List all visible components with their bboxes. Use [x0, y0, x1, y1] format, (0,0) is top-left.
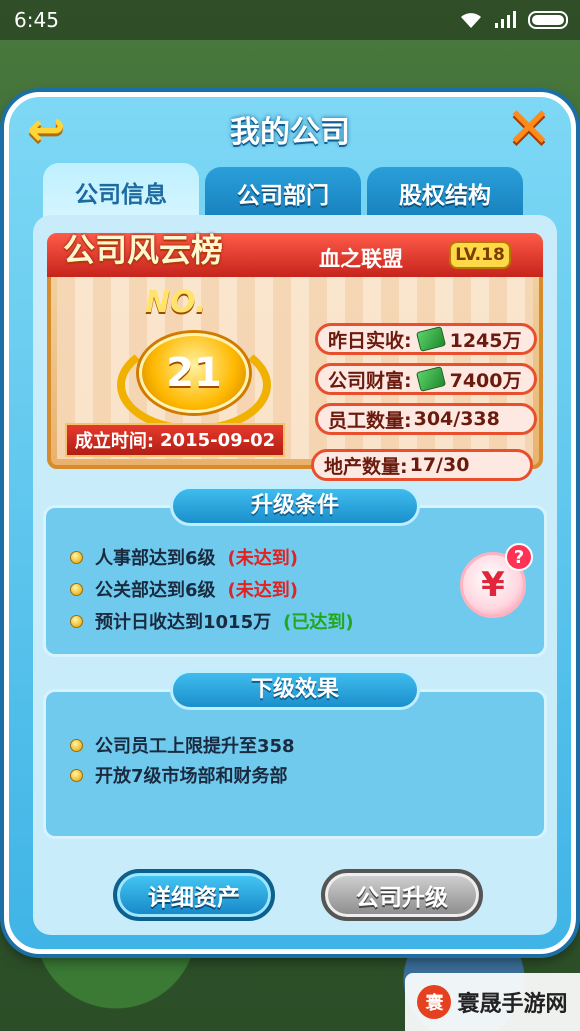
- site-watermark: 寰 寰晟手游网: [405, 973, 580, 1031]
- tab-company-departments[interactable]: 公司部门: [205, 167, 361, 219]
- status-bar: 6:45: [0, 0, 580, 40]
- bullet-icon: [70, 768, 83, 782]
- effect-text: 公司员工上限提升至358: [95, 736, 295, 757]
- bullet-icon: [70, 582, 83, 596]
- ranking-card: 公司风云榜 血之联盟 LV.18 NO. 21 成立时间: 2015-09-02…: [47, 231, 543, 469]
- stat-value: 17/30: [409, 454, 470, 476]
- money-icon: [415, 326, 446, 352]
- battery-icon: [528, 11, 568, 29]
- condition-text: 预计日收达到1015万: [95, 612, 272, 633]
- stat-label: 昨日实收:: [328, 329, 412, 352]
- bullet-icon: [70, 738, 83, 752]
- list-item: 人事部达到6级 (未达到): [70, 544, 298, 570]
- upgrade-conditions-heading: 升级条件: [170, 486, 420, 526]
- founded-label: 成立时间:: [74, 431, 155, 452]
- condition-status: (已达到): [283, 612, 354, 633]
- founded-ribbon: 成立时间: 2015-09-02: [65, 423, 285, 457]
- watermark-logo-icon: 寰: [417, 985, 452, 1019]
- company-upgrade-button[interactable]: 公司升级: [321, 869, 483, 921]
- condition-status: (未达到): [227, 548, 298, 569]
- list-item: 开放7级市场部和财务部: [70, 762, 288, 788]
- upgrade-yen-icon[interactable]: ¥ ?: [460, 543, 533, 618]
- stat-label: 员工数量:: [328, 409, 412, 432]
- stat-yesterday-income: 昨日实收: 1245万: [315, 323, 537, 355]
- bullet-icon: [70, 614, 83, 628]
- company-panel: ↩ 我的公司 ✕ 公司信息 公司部门 股权结构 公司风云榜 血之联盟 LV.18…: [4, 92, 576, 954]
- help-icon[interactable]: ?: [505, 543, 533, 571]
- detailed-assets-button[interactable]: 详细资产: [113, 869, 275, 921]
- tab-content: 公司风云榜 血之联盟 LV.18 NO. 21 成立时间: 2015-09-02…: [33, 215, 557, 935]
- close-button[interactable]: ✕: [503, 101, 555, 157]
- tab-equity-structure[interactable]: 股权结构: [367, 167, 523, 219]
- condition-text: 公关部达到6级: [95, 580, 216, 601]
- condition-text: 人事部达到6级: [95, 548, 216, 569]
- next-effects-heading: 下级效果: [170, 670, 420, 710]
- money-icon: [415, 366, 446, 392]
- rank-medal: 21: [139, 333, 249, 413]
- wifi-icon: [461, 13, 481, 28]
- stat-employee-count: 员工数量: 304/338: [315, 403, 537, 435]
- alliance-name: 血之联盟: [319, 247, 403, 271]
- stat-company-wealth: 公司财富: 7400万: [315, 363, 537, 395]
- stat-label: 地产数量:: [324, 455, 408, 478]
- tab-bar: 公司信息 公司部门 股权结构: [43, 163, 523, 221]
- level-badge: LV.18: [449, 241, 511, 269]
- stat-value: 304/338: [413, 408, 500, 430]
- condition-status: (未达到): [227, 580, 298, 601]
- next-effects-section: 下级效果 公司员工上限提升至358 开放7级市场部和财务部: [43, 670, 547, 839]
- watermark-text: 寰晟手游网: [457, 992, 568, 1017]
- rank-number: 21: [166, 350, 222, 396]
- founded-date: 2015-09-02: [160, 429, 276, 451]
- list-item: 公关部达到6级 (未达到): [70, 576, 298, 602]
- effect-text: 开放7级市场部和财务部: [95, 766, 288, 787]
- bullet-icon: [70, 550, 83, 564]
- stat-property-count: 地产数量: 17/30: [311, 449, 533, 481]
- stat-label: 公司财富:: [328, 369, 412, 392]
- close-icon: ✕: [505, 96, 553, 161]
- page-title: 我的公司: [230, 115, 350, 150]
- upgrade-conditions-section: 升级条件 人事部达到6级 (未达到) 公关部达到6级 (未达到) 预计日收达到1…: [43, 486, 547, 657]
- signal-icon: [495, 11, 516, 28]
- ranking-title: 公司风云榜: [63, 231, 224, 269]
- stat-value: 1245万: [449, 329, 522, 352]
- list-item: 公司员工上限提升至358: [70, 732, 295, 758]
- tab-company-info[interactable]: 公司信息: [43, 163, 199, 221]
- stat-value: 7400万: [449, 369, 522, 392]
- status-time: 6:45: [14, 8, 59, 32]
- list-item: 预计日收达到1015万 (已达到): [70, 608, 354, 634]
- rank-no-label: NO.: [145, 285, 207, 320]
